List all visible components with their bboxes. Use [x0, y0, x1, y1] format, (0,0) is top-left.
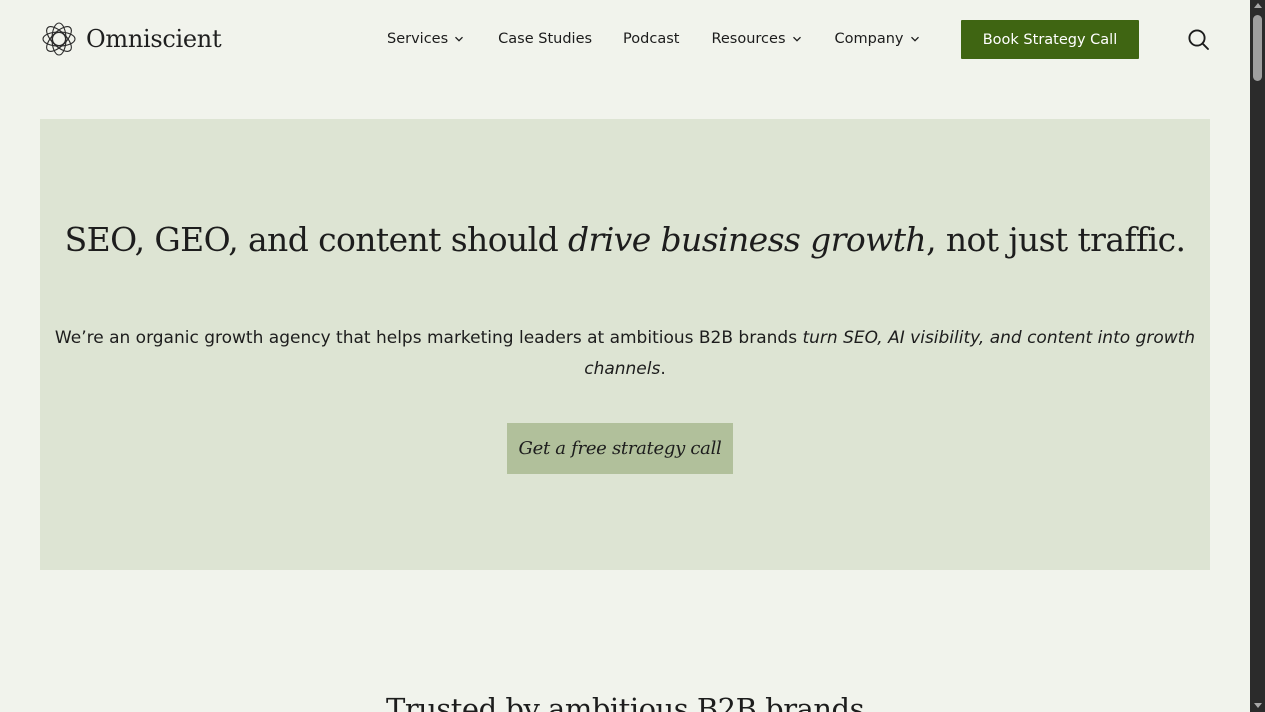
scroll-thumb[interactable]	[1253, 15, 1262, 81]
main-nav: Services Case Studies Podcast Resources …	[387, 28, 920, 50]
nav-podcast[interactable]: Podcast	[623, 31, 679, 47]
hero-section: SEO, GEO, and content should drive busin…	[40, 119, 1210, 570]
nav-services[interactable]: Services	[387, 31, 464, 47]
hero-subtitle: We’re an organic growth agency that help…	[40, 323, 1210, 385]
hero-title-part2: , not just traffic.	[926, 220, 1186, 259]
free-strategy-call-button[interactable]: Get a free strategy call	[507, 423, 733, 474]
nav-company-label: Company	[834, 31, 904, 47]
search-button[interactable]	[1186, 27, 1211, 52]
logo-link[interactable]: Omniscient	[41, 21, 222, 57]
nav-case-studies-label: Case Studies	[498, 31, 593, 47]
nav-podcast-label: Podcast	[623, 31, 680, 47]
search-icon	[1188, 29, 1209, 50]
hero-title-italic: drive business growth	[568, 220, 927, 259]
hero-title-part1: SEO, GEO, and content should	[64, 220, 568, 259]
nav-company[interactable]: Company	[835, 31, 920, 47]
chevron-down-icon	[455, 36, 464, 42]
scroll-up-arrow-icon[interactable]	[1254, 3, 1262, 8]
nav-services-label: Services	[387, 31, 449, 47]
hero-title: SEO, GEO, and content should drive busin…	[40, 222, 1210, 257]
logo-text: Omniscient	[86, 25, 222, 53]
omniscient-logo-icon	[42, 22, 76, 56]
chevron-down-icon	[910, 36, 919, 42]
page: Omniscient Services Case Studies Podcast…	[0, 0, 1250, 712]
nav-resources-label: Resources	[711, 31, 786, 47]
trusted-heading: Trusted by ambitious B2B brands	[386, 692, 864, 712]
hero-subtitle-part2: .	[660, 359, 666, 379]
nav-resources[interactable]: Resources	[711, 31, 801, 47]
hero-subtitle-part1: We’re an organic growth agency that help…	[54, 328, 803, 348]
scroll-down-arrow-icon[interactable]	[1254, 703, 1262, 708]
vertical-scrollbar[interactable]	[1250, 0, 1265, 712]
book-strategy-call-button[interactable]: Book Strategy Call	[961, 20, 1139, 59]
chevron-down-icon	[792, 36, 801, 42]
nav-case-studies[interactable]: Case Studies	[498, 31, 592, 47]
site-header: Omniscient Services Case Studies Podcast…	[0, 0, 1250, 78]
